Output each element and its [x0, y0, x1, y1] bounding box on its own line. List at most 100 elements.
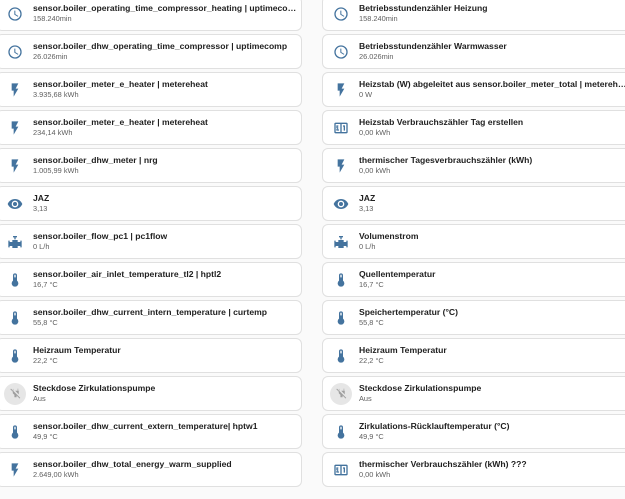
entity-name: sensor.boiler_dhw_total_energy_warm_supp… — [33, 459, 232, 469]
entity-row[interactable]: sensor.boiler_dhw_current_extern_tempera… — [0, 414, 302, 449]
entity-state: 0 W — [359, 90, 373, 99]
entity-text: Steckdose Zirkulationspumpe Aus — [359, 383, 625, 404]
entity-state: 49,9 °C — [359, 432, 384, 441]
left-column: sensor.boiler_operating_time_compressor_… — [0, 0, 302, 487]
entity-name: sensor.boiler_operating_time_compressor_… — [33, 3, 297, 13]
entity-row[interactable]: sensor.boiler_flow_pc1 | pc1flow 0 L/h — [0, 224, 302, 259]
counter-icon — [323, 120, 359, 136]
entity-row[interactable]: thermischer Tagesverbrauchszähler (kWh) 0… — [322, 148, 625, 183]
entity-row[interactable]: Quellentemperatur 16,7 °C — [322, 262, 625, 297]
entity-text: Heizstab (W) abgeleitet aus sensor.boile… — [359, 79, 625, 100]
entity-text: sensor.boiler_meter_e_heater | meterehea… — [33, 117, 301, 138]
entity-name: sensor.boiler_air_inlet_temperature_tl2 … — [33, 269, 222, 279]
entity-row[interactable]: Zirkulations-Rücklauftemperatur (°C) 49,9… — [322, 414, 625, 449]
flash-icon — [323, 158, 359, 174]
entity-name: JAZ — [33, 193, 50, 203]
entity-text: sensor.boiler_operating_time_compressor_… — [33, 3, 301, 24]
entity-state: 22,2 °C — [359, 356, 384, 365]
entity-row[interactable]: sensor.boiler_dhw_operating_time_compres… — [0, 34, 302, 69]
entity-text: sensor.boiler_dhw_meter | nrg 1.005,99 kW… — [33, 155, 301, 176]
entity-state: 55,8 °C — [359, 318, 384, 327]
entity-row[interactable]: Volumenstrom 0 L/h — [322, 224, 625, 259]
entity-state: 3,13 — [33, 204, 48, 213]
entity-name: Heizstab (W) abgeleitet aus sensor.boile… — [359, 79, 625, 89]
entity-row[interactable]: sensor.boiler_dhw_current_intern_tempera… — [0, 300, 302, 335]
entity-state: 234,14 kWh — [33, 128, 73, 137]
entity-name: Heizraum Temperatur — [359, 345, 447, 355]
eye-icon — [0, 196, 33, 212]
entity-name: sensor.boiler_dhw_meter | nrg — [33, 155, 158, 165]
entity-row[interactable]: JAZ 3,13 — [0, 186, 302, 221]
entity-state: 2.649,00 kWh — [33, 470, 79, 479]
power-plug-off-icon — [0, 382, 33, 405]
flash-icon — [0, 120, 33, 136]
entity-state: Aus — [33, 394, 46, 403]
entity-row[interactable]: sensor.boiler_meter_e_heater | meterehea… — [0, 72, 302, 107]
thermometer-icon — [323, 272, 359, 288]
entity-row[interactable]: Heizraum Temperatur 22,2 °C — [0, 338, 302, 373]
entity-row[interactable]: sensor.boiler_dhw_meter | nrg 1.005,99 kW… — [0, 148, 302, 183]
thermometer-icon — [323, 424, 359, 440]
eye-icon — [323, 196, 359, 212]
entity-name: Speichertemperatur (°C) — [359, 307, 458, 317]
entity-row[interactable]: Heizstab Verbrauchszähler Tag erstellen 0… — [322, 110, 625, 145]
entity-name: Steckdose Zirkulationspumpe — [359, 383, 482, 393]
entity-text: Betriebsstundenzähler Heizung 158.240min — [359, 3, 625, 24]
entity-name: JAZ — [359, 193, 376, 203]
entity-row[interactable]: sensor.boiler_dhw_total_energy_warm_supp… — [0, 452, 302, 487]
entity-row[interactable]: Heizstab (W) abgeleitet aus sensor.boile… — [322, 72, 625, 107]
entity-text: sensor.boiler_dhw_operating_time_compres… — [33, 41, 301, 62]
entity-name: thermischer Verbrauchszähler (kWh) ??? — [359, 459, 527, 469]
entity-row[interactable]: JAZ 3,13 — [322, 186, 625, 221]
thermometer-icon — [323, 348, 359, 364]
counter-icon — [323, 462, 359, 478]
entity-state: 0,00 kWh — [359, 470, 391, 479]
entity-row[interactable]: thermischer Verbrauchszähler (kWh) ??? 0,… — [322, 452, 625, 487]
entity-text: JAZ 3,13 — [359, 193, 625, 214]
entity-text: thermischer Tagesverbrauchszähler (kWh) 0… — [359, 155, 625, 176]
entity-row[interactable]: sensor.boiler_air_inlet_temperature_tl2 … — [0, 262, 302, 297]
thermometer-icon — [323, 310, 359, 326]
entity-row[interactable]: Betriebsstundenzähler Warmwasser 26.026mi… — [322, 34, 625, 69]
entity-state: 49,9 °C — [33, 432, 58, 441]
entity-text: sensor.boiler_dhw_current_extern_tempera… — [33, 421, 301, 442]
entity-state: 158.240min — [359, 14, 398, 23]
entity-name: Quellentemperatur — [359, 269, 436, 279]
thermometer-icon — [0, 310, 33, 326]
entity-name: thermischer Tagesverbrauchszähler (kWh) — [359, 155, 533, 165]
entity-name: Zirkulations-Rücklauftemperatur (°C) — [359, 421, 510, 431]
entity-state: 1.005,99 kWh — [33, 166, 79, 175]
flash-icon — [0, 82, 33, 98]
entity-text: Quellentemperatur 16,7 °C — [359, 269, 625, 290]
entity-state: 0,00 kWh — [359, 128, 391, 137]
thermometer-icon — [0, 424, 33, 440]
entity-state: Aus — [359, 394, 372, 403]
entity-text: sensor.boiler_flow_pc1 | pc1flow 0 L/h — [33, 231, 301, 252]
entity-name: sensor.boiler_dhw_operating_time_compres… — [33, 41, 288, 51]
entity-text: sensor.boiler_meter_e_heater | meterehea… — [33, 79, 301, 100]
right-column: Betriebsstundenzähler Heizung 158.240min B… — [322, 0, 625, 487]
entity-name: sensor.boiler_meter_e_heater | meterehea… — [33, 117, 208, 127]
entity-text: Betriebsstundenzähler Warmwasser 26.026mi… — [359, 41, 625, 62]
entity-state: 16,7 °C — [33, 280, 58, 289]
entity-name: sensor.boiler_dhw_current_intern_tempera… — [33, 307, 268, 317]
timer-icon — [0, 6, 33, 22]
entity-name: Volumenstrom — [359, 231, 419, 241]
entity-state: 3.935,68 kWh — [33, 90, 79, 99]
entity-name: sensor.boiler_meter_e_heater | meterehea… — [33, 79, 208, 89]
entity-state: 0 L/h — [33, 242, 50, 251]
valve-icon — [323, 234, 359, 250]
entity-state: 0,00 kWh — [359, 166, 391, 175]
entity-row[interactable]: Betriebsstundenzähler Heizung 158.240min — [322, 0, 625, 31]
entity-row[interactable]: sensor.boiler_operating_time_compressor_… — [0, 0, 302, 31]
entity-name: sensor.boiler_flow_pc1 | pc1flow — [33, 231, 168, 241]
entity-state: 26.026min — [33, 52, 68, 61]
power-plug-off-icon — [323, 382, 359, 405]
thermometer-icon — [0, 272, 33, 288]
entity-state: 158.240min — [33, 14, 72, 23]
entity-row[interactable]: Speichertemperatur (°C) 55,8 °C — [322, 300, 625, 335]
entity-row[interactable]: sensor.boiler_meter_e_heater | meterehea… — [0, 110, 302, 145]
entity-row[interactable]: Heizraum Temperatur 22,2 °C — [322, 338, 625, 373]
entity-row[interactable]: Steckdose Zirkulationspumpe Aus — [0, 376, 302, 411]
entity-row[interactable]: Steckdose Zirkulationspumpe Aus — [322, 376, 625, 411]
